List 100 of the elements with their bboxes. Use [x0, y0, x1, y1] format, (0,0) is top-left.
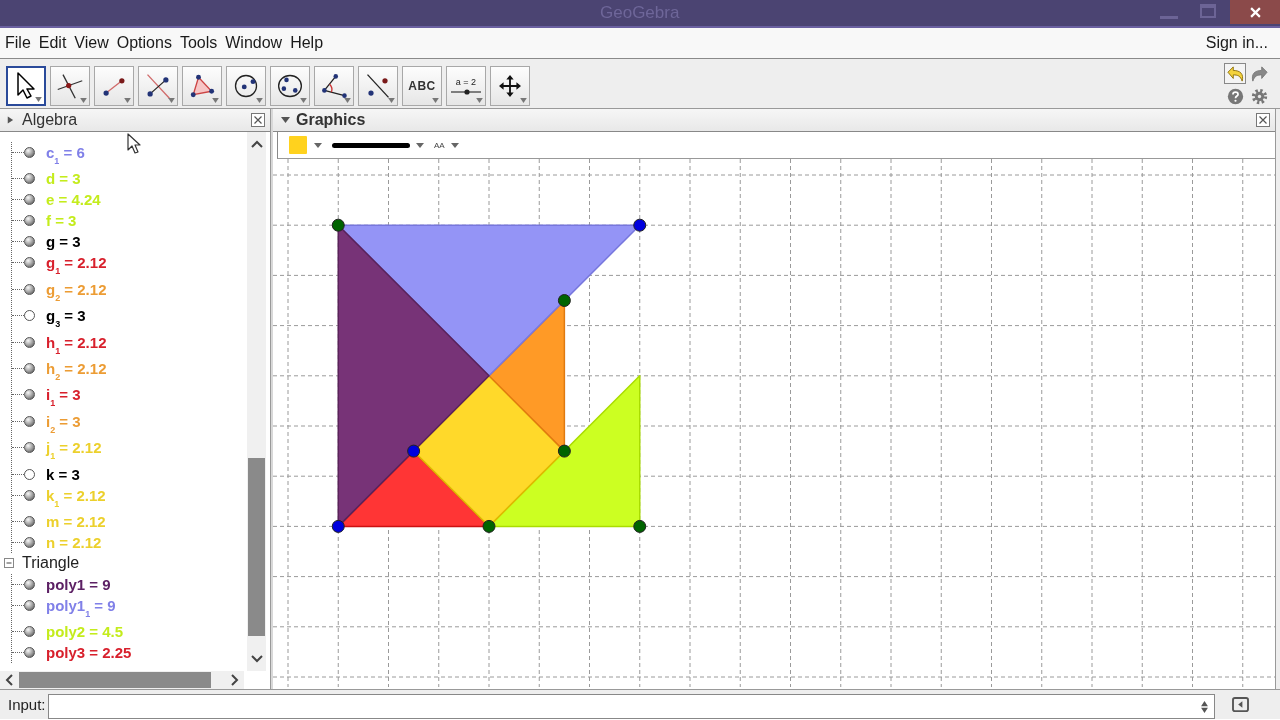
caret-icon: [450, 142, 459, 148]
menu-item[interactable]: Window: [225, 34, 283, 52]
help-icon[interactable]: [1227, 88, 1244, 105]
conic-tool-button[interactable]: [270, 66, 310, 106]
visibility-dot-icon[interactable]: [24, 194, 35, 206]
collapse-triangle-icon[interactable]: [281, 115, 290, 125]
visibility-dot-icon[interactable]: [24, 362, 35, 374]
circle-icon: [232, 72, 260, 100]
algebra-entry[interactable]: poly1 = 9: [46, 573, 111, 595]
input-field[interactable]: [48, 694, 1215, 719]
collapse-box-icon[interactable]: [4, 558, 14, 569]
sign-in-link[interactable]: Sign in...: [1205, 34, 1268, 52]
group-label[interactable]: Triangle: [22, 554, 80, 573]
algebra-entry[interactable]: poly3 = 2.25: [46, 642, 132, 664]
caret-icon: [314, 142, 322, 148]
visibility-dot-icon[interactable]: [24, 215, 35, 227]
graphics-canvas[interactable]: [273, 159, 1275, 689]
visibility-dot-icon[interactable]: [24, 173, 35, 185]
caret-icon: [212, 98, 219, 103]
menu-item[interactable]: Help: [290, 34, 324, 52]
visibility-dot-icon[interactable]: [24, 647, 35, 659]
ellipse-icon: [276, 72, 304, 100]
algebra-entry[interactable]: c$_{1}$ = 6: [46, 142, 85, 169]
text-tool-button[interactable]: ABC: [402, 66, 442, 106]
reflect-tool-button[interactable]: [358, 66, 398, 106]
caret-icon: [520, 98, 527, 103]
mouse-pointer-icon: [127, 133, 141, 155]
visibility-dot-icon[interactable]: [24, 283, 35, 295]
caret-icon: [344, 98, 351, 103]
settings-icon[interactable]: [1251, 88, 1268, 105]
caret-icon: [35, 97, 42, 102]
input-label: Input:: [8, 696, 47, 713]
perpendicular-tool-button[interactable]: [138, 66, 178, 106]
algebra-entry[interactable]: g$_{3}$ = 3: [46, 305, 86, 332]
menu-item[interactable]: Tools: [179, 34, 218, 52]
panel-title: Algebra: [22, 111, 78, 129]
visibility-dot-icon[interactable]: [24, 236, 35, 248]
triangle-icon: [188, 72, 216, 100]
toggle-button[interactable]: [1229, 694, 1251, 715]
text-size-button[interactable]: AA: [428, 134, 463, 156]
visibility-dot-icon[interactable]: [24, 468, 35, 480]
close-icon[interactable]: [251, 113, 265, 127]
move-view-tool-button[interactable]: [490, 66, 530, 106]
caret-icon: [168, 98, 175, 103]
caret-icon: [416, 142, 424, 148]
line-and-points-icon: [364, 72, 392, 100]
caret-icon: [476, 98, 483, 103]
visibility-dot-icon[interactable]: [24, 310, 35, 322]
intersect-tool-button[interactable]: [50, 66, 90, 106]
crossing-lines-icon: [144, 72, 172, 100]
visibility-dot-icon[interactable]: [24, 536, 35, 548]
caret-icon: [80, 98, 87, 103]
visibility-dot-icon[interactable]: [24, 147, 35, 158]
expand-triangle-icon[interactable]: [6, 115, 14, 125]
menu-item[interactable]: Edit: [38, 34, 67, 52]
visibility-dot-icon[interactable]: [24, 389, 35, 401]
spin-arrows-icon[interactable]: [1201, 700, 1208, 713]
caret-icon: [124, 98, 131, 103]
menu-item[interactable]: File: [5, 34, 31, 52]
move-tool-button[interactable]: [6, 66, 46, 106]
segment-tool-button[interactable]: [94, 66, 134, 106]
algebra-entry[interactable]: h$_{1}$ = 2.12: [46, 331, 107, 358]
algebra-entry[interactable]: g = 3: [46, 231, 81, 253]
visibility-dot-icon[interactable]: [24, 515, 35, 527]
caret-icon: [432, 98, 439, 103]
scrollbar-thumb[interactable]: [19, 672, 211, 688]
caret-icon: [388, 98, 395, 103]
redo-arrow-icon: [1250, 65, 1268, 82]
panel-title: Graphics: [296, 111, 366, 129]
visibility-dot-icon[interactable]: [24, 599, 35, 611]
algebra-entry[interactable]: g$_{1}$ = 2.12: [46, 252, 107, 279]
slider-tool-button[interactable]: a = 2: [446, 66, 486, 106]
window-close-button[interactable]: [1230, 0, 1280, 24]
algebra-entry[interactable]: poly1$_{1}$ = 9: [46, 594, 116, 622]
menu-item[interactable]: View: [74, 34, 109, 52]
menu-item[interactable]: Options: [116, 34, 172, 52]
visibility-dot-icon[interactable]: [24, 489, 35, 501]
undo-button[interactable]: [1224, 63, 1246, 84]
visibility-dot-icon[interactable]: [24, 626, 35, 638]
visibility-dot-icon[interactable]: [24, 257, 35, 269]
caret-icon: [256, 98, 263, 103]
close-icon[interactable]: [1256, 113, 1270, 127]
crossing-lines-icon: [56, 72, 84, 100]
four-way-arrow-icon: [499, 75, 521, 97]
slider-icon: [451, 87, 481, 96]
algebra-entry[interactable]: i$_{1}$ = 3: [46, 384, 81, 411]
angle-tool-button[interactable]: [314, 66, 354, 106]
angle-icon: [320, 72, 348, 100]
algebra-entry[interactable]: k = 3: [46, 463, 80, 485]
visibility-dot-icon[interactable]: [24, 415, 35, 427]
color-swatch-icon: [289, 136, 307, 154]
caret-icon: [300, 98, 307, 103]
visibility-dot-icon[interactable]: [24, 578, 35, 590]
visibility-dot-icon[interactable]: [24, 442, 35, 454]
visibility-dot-icon[interactable]: [24, 336, 35, 348]
polygon-tool-button[interactable]: [182, 66, 222, 106]
undo-arrow-icon: [1226, 65, 1244, 82]
line-style-icon: [332, 142, 410, 148]
scrollbar-thumb[interactable]: [248, 458, 265, 636]
circle-tool-button[interactable]: [226, 66, 266, 106]
